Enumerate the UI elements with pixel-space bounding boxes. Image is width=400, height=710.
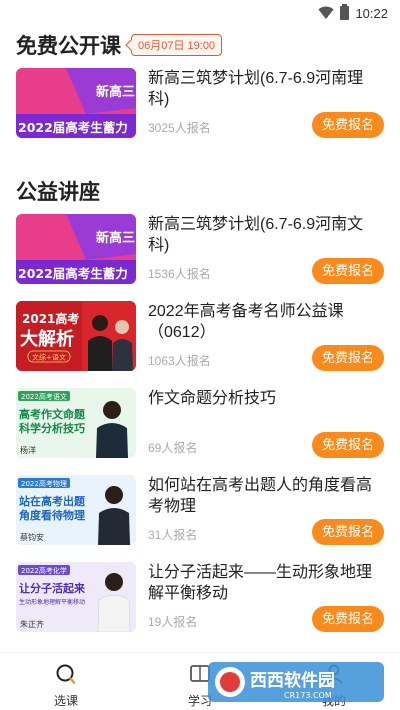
thumb-line2: 角度看待物理 bbox=[19, 508, 85, 522]
signup-count: 69人报名 bbox=[148, 441, 198, 455]
course-item[interactable]: 新高三 2022届高考生蓄力 新高三筑梦计划(6.7-6.9河南文科) 1536… bbox=[16, 214, 384, 284]
thumb-tag: 2022高考物理 bbox=[21, 479, 67, 488]
status-bar: 10:22 bbox=[0, 0, 400, 26]
signup-count: 3025人报名 bbox=[148, 121, 211, 135]
course-item[interactable]: 2021高考 大解析 文综+语文 2022年高考备考名师公益课（0612） 10… bbox=[16, 301, 384, 371]
course-thumbnail: 新高三 2022届高考生蓄力 bbox=[16, 68, 136, 138]
thumb-line: 大解析 bbox=[20, 328, 74, 350]
course-title: 2022年高考备考名师公益课（0612） bbox=[148, 303, 344, 341]
course-item[interactable]: 2022高考化学 让分子活起来 生动形象地理解平衡移动 朱正齐 让分子活起来——… bbox=[16, 562, 384, 632]
free-signup-button[interactable]: 免费报名 bbox=[312, 258, 384, 284]
signup-count: 31人报名 bbox=[148, 528, 198, 542]
thumb-tag: 2021高考 bbox=[22, 311, 79, 326]
thumb-line2: 生动形象地理解平衡移动 bbox=[19, 598, 85, 606]
watermark-text: 西西软件园 bbox=[250, 670, 335, 691]
free-courses-header: 免费公开课 06月07日 19:00 bbox=[16, 30, 223, 60]
thumb-tag: 2022高考化学 bbox=[21, 566, 67, 575]
battery-icon bbox=[340, 4, 350, 20]
thumb-line1: 让分子活起来 bbox=[19, 581, 86, 595]
thumb-sub: 文综+语文 bbox=[32, 353, 66, 362]
course-item[interactable]: 新高三 2022届高考生蓄力 新高三筑梦计划(6.7-6.9河南理科) 3025… bbox=[16, 68, 384, 138]
wifi-icon bbox=[318, 6, 334, 19]
teacher-name: 杨洋 bbox=[20, 445, 36, 455]
course-title: 如何站在高考出题人的角度看高考物理 bbox=[148, 477, 373, 515]
thumb-line1: 站在高考出题 bbox=[19, 494, 86, 508]
thumb-tag: 新高三 bbox=[96, 230, 135, 246]
section-title: 公益讲座 bbox=[16, 181, 100, 204]
course-title: 新高三筑梦计划(6.7-6.9河南文科) bbox=[148, 216, 364, 254]
course-thumbnail: 2022高考语文 高考作文命题 科学分析技巧 杨洋 bbox=[16, 388, 136, 458]
teacher-name: 朱正齐 bbox=[20, 619, 44, 629]
free-signup-button[interactable]: 免费报名 bbox=[312, 112, 384, 138]
course-thumbnail: 2022高考化学 让分子活起来 生动形象地理解平衡移动 朱正齐 bbox=[16, 562, 136, 632]
free-signup-button[interactable]: 免费报名 bbox=[312, 606, 384, 632]
nav-label: 选课 bbox=[53, 694, 78, 708]
signup-count: 19人报名 bbox=[148, 615, 198, 629]
clock: 10:22 bbox=[355, 5, 388, 21]
teacher-name: 蔡钧安 bbox=[20, 532, 44, 542]
nav-item-courses[interactable]: 选课 bbox=[26, 663, 106, 709]
thumb-line1: 高考作文命题 bbox=[19, 407, 86, 421]
signup-count: 1063人报名 bbox=[148, 354, 211, 368]
course-title: 新高三筑梦计划(6.7-6.9河南理科) bbox=[148, 70, 364, 108]
signup-count: 1536人报名 bbox=[148, 267, 211, 281]
thumb-tag: 新高三 bbox=[96, 84, 135, 100]
search-icon bbox=[56, 664, 76, 684]
date-badge: 06月07日 19:00 bbox=[131, 34, 223, 56]
thumb-tag: 2022高考语文 bbox=[21, 392, 67, 401]
free-signup-button[interactable]: 免费报名 bbox=[312, 345, 384, 371]
thumb-line2: 科学分析技巧 bbox=[19, 421, 85, 435]
course-thumbnail: 新高三 2022届高考生蓄力 bbox=[16, 214, 136, 284]
free-signup-button[interactable]: 免费报名 bbox=[312, 519, 384, 545]
thumb-line: 2022届高考生蓄力 bbox=[18, 120, 128, 135]
course-item[interactable]: 2022高考语文 高考作文命题 科学分析技巧 杨洋 作文命题分析技巧 69人报名… bbox=[16, 388, 384, 458]
thumb-line: 2022届高考生蓄力 bbox=[18, 266, 128, 281]
watermark-url: CR173.COM bbox=[284, 691, 332, 700]
course-thumbnail: 2021高考 大解析 文综+语文 bbox=[16, 301, 136, 371]
course-title: 让分子活起来——生动形象地理解平衡移动 bbox=[148, 564, 373, 602]
course-title: 作文命题分析技巧 bbox=[148, 390, 277, 407]
lectures-header: 公益讲座 bbox=[16, 176, 100, 206]
course-item[interactable]: 2022高考物理 站在高考出题 角度看待物理 蔡钧安 如何站在高考出题人的角度看… bbox=[16, 475, 384, 545]
course-thumbnail: 2022高考物理 站在高考出题 角度看待物理 蔡钧安 bbox=[16, 475, 136, 545]
section-title: 免费公开课 bbox=[16, 35, 121, 58]
free-signup-button[interactable]: 免费报名 bbox=[312, 432, 384, 458]
watermark-logo: 西西软件园 CR173.COM bbox=[208, 662, 384, 702]
